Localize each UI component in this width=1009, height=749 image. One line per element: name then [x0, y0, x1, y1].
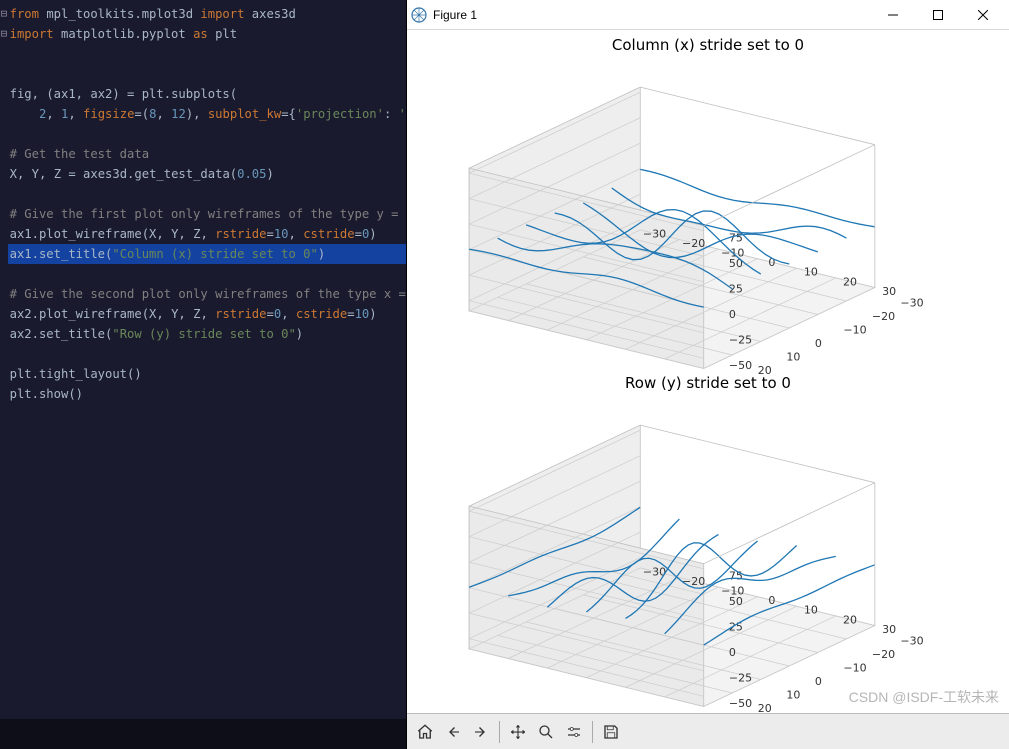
svg-text:−30: −30 — [900, 296, 923, 309]
figure-window: Figure 1 Column (x) stride set to 0 −30−… — [406, 0, 1009, 749]
pan-button[interactable] — [505, 719, 531, 745]
svg-text:75: 75 — [729, 570, 743, 583]
svg-text:10: 10 — [786, 350, 800, 363]
plot2-3d: −30−20−100102030−30−20−100102030−50−2502… — [437, 396, 977, 716]
svg-text:30: 30 — [882, 623, 896, 636]
svg-text:30: 30 — [882, 285, 896, 298]
window-title: Figure 1 — [433, 8, 477, 22]
back-button[interactable] — [440, 719, 466, 745]
editor-footer — [0, 719, 406, 749]
svg-text:20: 20 — [843, 275, 857, 288]
svg-text:−25: −25 — [729, 334, 752, 347]
svg-text:0: 0 — [729, 308, 736, 321]
svg-text:−30: −30 — [900, 634, 923, 647]
titlebar[interactable]: Figure 1 — [407, 0, 1009, 30]
svg-text:0: 0 — [768, 594, 775, 607]
gutter: ⊟⊟ — [0, 4, 8, 719]
plot1-3d: −30−20−100102030−30−20−100102030−50−2502… — [437, 58, 977, 378]
svg-text:10: 10 — [804, 604, 818, 617]
svg-text:20: 20 — [843, 613, 857, 626]
svg-text:30: 30 — [729, 715, 743, 716]
svg-text:−20: −20 — [872, 310, 895, 323]
svg-text:10: 10 — [804, 266, 818, 279]
svg-text:75: 75 — [729, 232, 743, 245]
matplotlib-icon — [411, 7, 427, 23]
plot2-title: Row (y) stride set to 0 — [407, 374, 1009, 392]
svg-text:−20: −20 — [682, 237, 705, 250]
svg-text:50: 50 — [729, 595, 743, 608]
svg-text:−20: −20 — [872, 648, 895, 661]
code-area[interactable]: ⊟⊟ from mpl_toolkits.mplot3d import axes… — [0, 0, 406, 719]
svg-text:−25: −25 — [729, 672, 752, 685]
svg-text:20: 20 — [758, 702, 772, 715]
mpl-toolbar — [407, 713, 1009, 749]
save-button[interactable] — [598, 719, 624, 745]
svg-text:−20: −20 — [682, 575, 705, 588]
figure-canvas[interactable]: Column (x) stride set to 0 −30 −20 −10 0 10 2… — [407, 30, 1009, 713]
close-button[interactable] — [960, 0, 1005, 30]
svg-text:−50: −50 — [729, 359, 752, 372]
code-body[interactable]: from mpl_toolkits.mplot3d import axes3di… — [8, 4, 406, 719]
minimize-button[interactable] — [870, 0, 915, 30]
svg-text:10: 10 — [786, 688, 800, 701]
svg-text:−10: −10 — [843, 661, 866, 674]
subplots-button[interactable] — [561, 719, 587, 745]
home-button[interactable] — [412, 719, 438, 745]
plot1-title: Column (x) stride set to 0 — [407, 36, 1009, 54]
svg-text:−50: −50 — [729, 697, 752, 710]
svg-text:−10: −10 — [843, 323, 866, 336]
maximize-button[interactable] — [915, 0, 960, 30]
svg-text:−30: −30 — [643, 227, 666, 240]
svg-text:25: 25 — [729, 283, 743, 296]
svg-text:0: 0 — [815, 675, 822, 688]
svg-text:0: 0 — [729, 646, 736, 659]
code-editor-panel: ⊟⊟ from mpl_toolkits.mplot3d import axes… — [0, 0, 406, 749]
svg-text:0: 0 — [815, 337, 822, 350]
zoom-button[interactable] — [533, 719, 559, 745]
forward-button[interactable] — [468, 719, 494, 745]
